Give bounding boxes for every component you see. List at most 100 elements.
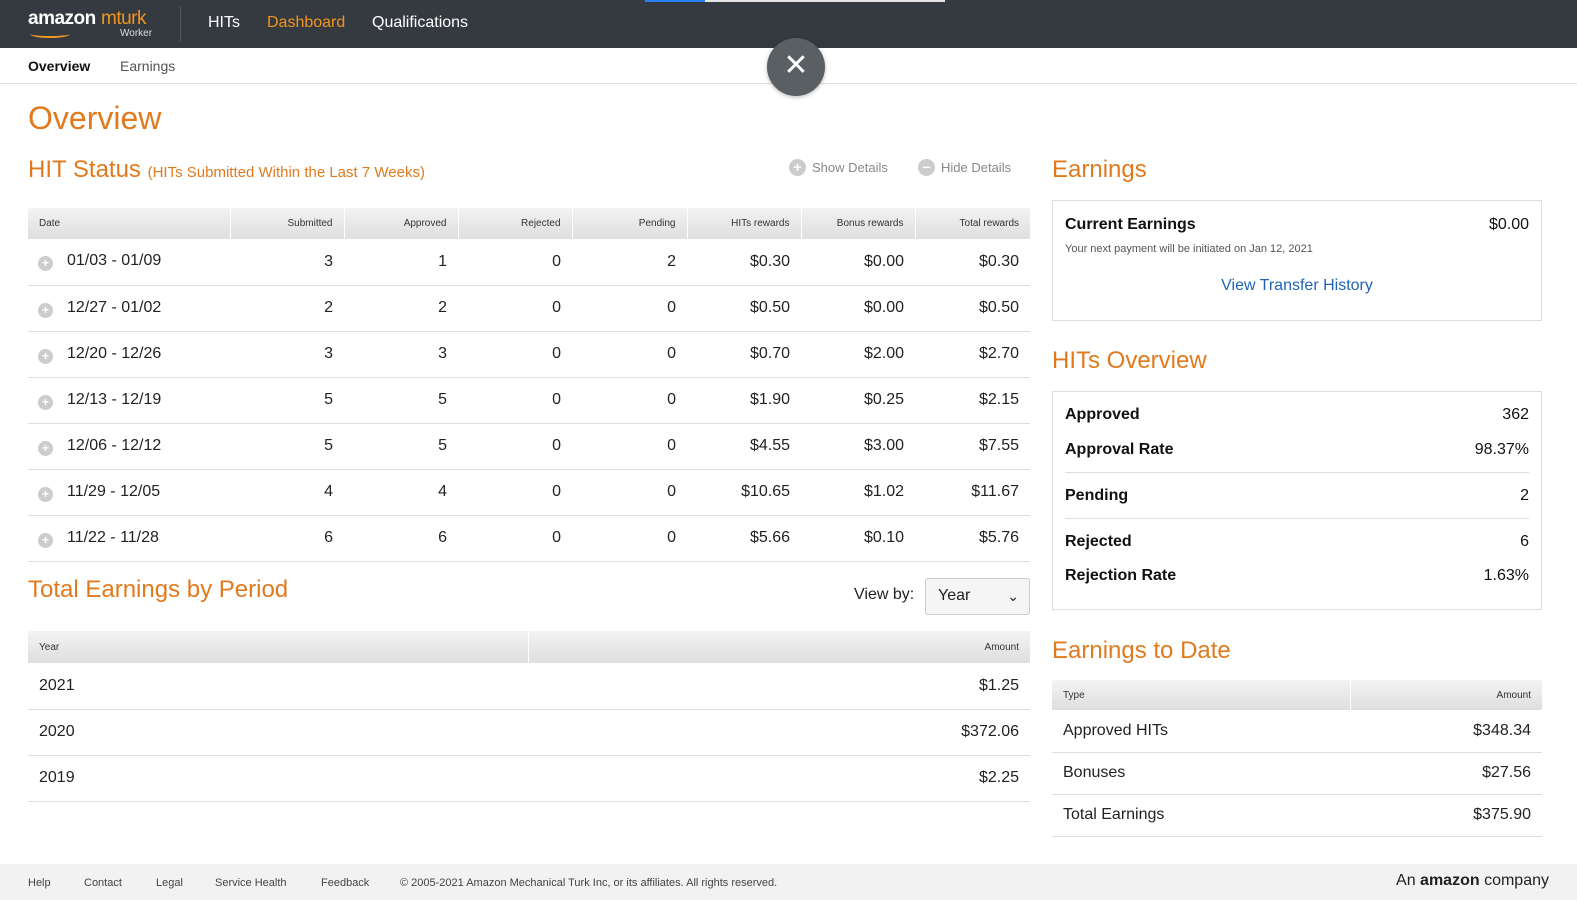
value-cell: $1.02 [801,469,915,516]
value-cell: 6 [344,515,458,562]
date-range-text: 11/29 - 12/05 [67,482,161,500]
nav-qualifications[interactable]: Qualifications [372,14,468,32]
value-cell: 5 [230,423,344,470]
nav-divider [180,6,181,42]
date-cell: +12/13 - 12/19 [28,377,230,424]
view-transfer-history-link[interactable]: View Transfer History [1053,277,1541,295]
date-cell: +11/22 - 11/28 [28,515,230,562]
footer: Help Contact Legal Service Health Feedba… [0,864,1577,900]
column-header[interactable]: Date [28,208,230,239]
expand-plus-icon[interactable]: + [38,394,53,410]
amazon-company-logo: An amazon company [1396,872,1549,889]
value-cell: 0 [572,515,687,562]
table-row: +12/20 - 12/26 3 3 0 0 $0.70 $2.00 $2.70 [28,331,1030,378]
value-cell: 0 [572,377,687,424]
show-details-button[interactable]: + Show Details [789,159,888,176]
hits-overview-card: Approved 362 Approval Rate 98.37% Pendin… [1052,391,1542,610]
expand-plus-icon[interactable]: + [38,532,53,548]
year-cell: 2020 [28,709,528,756]
table-row: +01/03 - 01/09 3 1 0 2 $0.30 $0.00 $0.30 [28,239,1030,286]
footer-help-link[interactable]: Help [28,877,51,889]
date-cell: +11/29 - 12/05 [28,469,230,516]
column-header[interactable]: Type [1052,680,1351,710]
value-cell: $0.00 [801,239,915,286]
table-row: Total Earnings $375.90 [1052,794,1542,837]
value-cell: 3 [230,239,344,286]
amount-cell: $348.34 [1350,710,1542,753]
table-header-row: Type Amount [1052,680,1542,710]
footer-legal-link[interactable]: Legal [156,877,183,889]
table-row: +12/06 - 12/12 5 5 0 0 $4.55 $3.00 $7.55 [28,423,1030,470]
value-cell: 0 [572,331,687,378]
tab-overview[interactable]: Overview [28,58,90,74]
expand-plus-icon[interactable]: + [38,302,53,318]
value-cell: 0 [458,423,572,470]
table-row: Bonuses $27.56 [1052,752,1542,795]
value-cell: 0 [572,423,687,470]
page-title: Overview [28,100,162,136]
column-header[interactable]: Total rewards [914,208,1030,239]
expand-plus-icon[interactable]: + [38,256,53,272]
column-header[interactable]: Pending [571,208,687,239]
nav-hits[interactable]: HITs [208,14,240,32]
value-cell: 5 [344,423,458,470]
value-cell: 3 [344,331,458,378]
footer-feedback-link[interactable]: Feedback [321,877,369,889]
period-table: Year Amount 2021 $1.25 2020 $372.06 2019… [28,631,1030,802]
period-title: Total Earnings by Period [28,576,289,603]
close-button[interactable]: ✕ [767,38,825,96]
value-cell: 0 [572,469,687,516]
value-cell: $0.50 [687,285,801,332]
column-header[interactable]: Submitted [229,208,344,239]
value-cell: $10.65 [687,469,801,516]
value-cell: $0.50 [915,285,1030,332]
mturk-logo[interactable]: amazon mturk Worker [28,8,168,42]
hits-overview-title: HITs Overview [1052,347,1207,374]
tab-earnings[interactable]: Earnings [120,58,175,74]
view-by-label: View by: [854,586,915,603]
value-cell: $2.00 [801,331,915,378]
value-cell: $0.30 [687,239,801,286]
table-header-row: Year Amount [28,631,1030,663]
value-cell: 2 [344,285,458,332]
view-by-select[interactable]: Year ⌄ [925,578,1030,615]
footer-service-health-link[interactable]: Service Health [215,877,287,889]
table-row: Approved HITs $348.34 [1052,710,1542,753]
value-cell: 5 [344,377,458,424]
date-cell: +01/03 - 01/09 [28,239,230,286]
column-header[interactable]: Approved [343,208,458,239]
table-row: 2021 $1.25 [28,663,1030,710]
value-cell: 6 [230,515,344,562]
date-cell: +12/27 - 01/02 [28,285,230,332]
column-header[interactable]: Amount [528,631,1030,663]
amount-cell: $1.25 [528,663,1030,710]
value-cell: $3.00 [801,423,915,470]
current-earnings-label: Current Earnings [1065,216,1196,233]
expand-plus-icon[interactable]: + [38,348,53,364]
earnings-to-date-title: Earnings to Date [1052,637,1231,664]
current-earnings-value: $0.00 [1488,216,1529,233]
footer-contact-link[interactable]: Contact [84,877,122,889]
column-header[interactable]: Rejected [457,208,572,239]
column-header[interactable]: Year [28,631,529,663]
type-cell: Bonuses [1052,752,1350,795]
value-cell: 0 [458,239,572,286]
hide-details-button[interactable]: − Hide Details [918,159,1011,176]
nav-dashboard[interactable]: Dashboard [267,14,345,32]
date-range-text: 12/27 - 01/02 [67,298,162,316]
column-header[interactable]: HITs rewards [686,208,801,239]
table-row: +11/22 - 11/28 6 6 0 0 $5.66 $0.10 $5.76 [28,515,1030,562]
chevron-down-icon: ⌄ [1007,588,1019,604]
current-earnings-card: Current Earnings $0.00 Your next payment… [1052,200,1542,321]
expand-plus-icon[interactable]: + [38,440,53,456]
value-cell: 0 [458,515,572,562]
earnings-title: Earnings [1052,156,1147,183]
divider [1065,472,1529,473]
value-cell: 4 [344,469,458,516]
footer-copyright: © 2005-2021 Amazon Mechanical Turk Inc, … [400,877,778,889]
expand-plus-icon[interactable]: + [38,486,53,502]
column-header[interactable]: Amount [1350,680,1542,710]
plus-circle-icon: + [789,159,806,176]
column-header[interactable]: Bonus rewards [800,208,915,239]
value-cell: 0 [458,469,572,516]
